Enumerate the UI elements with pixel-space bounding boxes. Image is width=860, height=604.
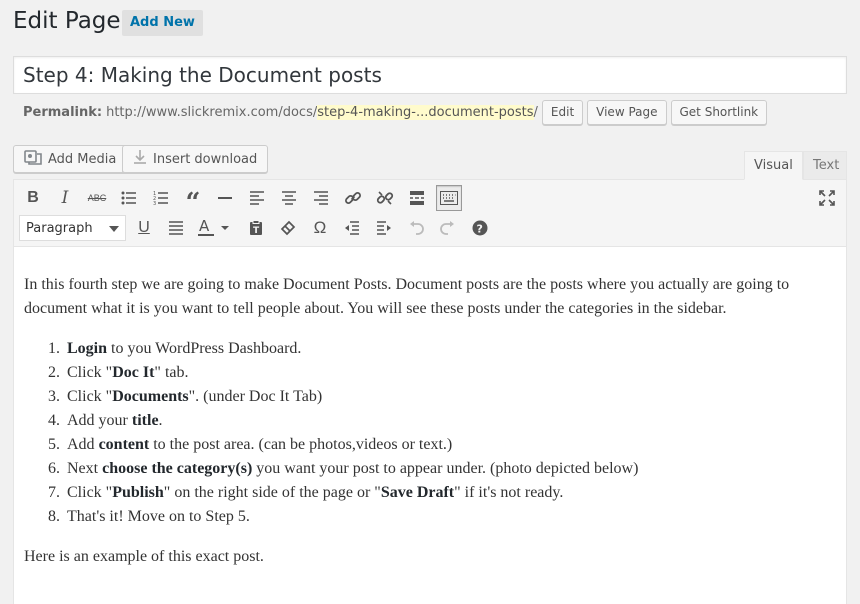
help-icon[interactable]: ? — [467, 215, 493, 241]
svg-text:3: 3 — [153, 201, 156, 205]
text-color-icon[interactable]: A — [195, 215, 233, 241]
tab-visual[interactable]: Visual — [744, 151, 803, 180]
view-page-button[interactable]: View Page — [587, 99, 667, 125]
tab-text[interactable]: Text — [803, 151, 847, 180]
toolbar-toggle-icon[interactable] — [436, 185, 462, 211]
indent-icon[interactable] — [371, 215, 397, 241]
editor-content[interactable]: In this fourth step we are going to make… — [13, 247, 847, 604]
permalink-bar: Permalink: http://www.slickremix.com/doc… — [23, 99, 768, 125]
svg-text:A: A — [199, 219, 210, 235]
clear-formatting-icon[interactable] — [275, 215, 301, 241]
align-center-icon[interactable] — [276, 185, 302, 211]
unlink-icon[interactable] — [372, 185, 398, 211]
align-left-icon[interactable] — [244, 185, 270, 211]
blockquote-icon[interactable]: “ — [180, 185, 206, 218]
insert-download-button[interactable]: Insert download — [122, 145, 269, 173]
insert-download-label: Insert download — [153, 151, 258, 167]
italic-icon[interactable]: I — [52, 185, 78, 211]
edit-permalink-button[interactable]: Edit — [541, 99, 584, 125]
editor-toolbar: B I ABC 123 “ Paragraph U A T Ω ? — [13, 179, 847, 247]
undo-icon[interactable] — [403, 215, 429, 241]
bold-icon[interactable]: B — [20, 185, 46, 211]
get-shortlink-button[interactable]: Get Shortlink — [670, 99, 768, 125]
special-character-icon[interactable]: Ω — [307, 215, 333, 241]
justify-icon[interactable] — [163, 215, 189, 241]
permalink-trail: / — [533, 104, 538, 120]
format-select-value: Paragraph — [26, 220, 93, 236]
read-more-icon[interactable] — [404, 185, 430, 211]
post-title-input[interactable]: Step 4: Making the Document posts — [13, 56, 847, 94]
list-item: Login to you WordPress Dashboard. — [64, 337, 836, 361]
list-item: Add your title. — [64, 409, 836, 433]
redo-icon[interactable] — [435, 215, 461, 241]
outdent-icon[interactable] — [339, 215, 365, 241]
permalink-slug[interactable]: step-4-making-...document-posts — [317, 104, 534, 120]
format-select[interactable]: Paragraph — [19, 215, 126, 241]
list-item: Click "Documents". (under Doc It Tab) — [64, 385, 836, 409]
underline-icon[interactable]: U — [131, 215, 157, 241]
numbered-list-icon[interactable]: 123 — [148, 185, 174, 211]
list-item: That's it! Move on to Step 5. — [64, 505, 836, 529]
fullscreen-icon[interactable] — [814, 185, 840, 211]
permalink-base[interactable]: http://www.slickremix.com/docs/ — [106, 105, 317, 120]
svg-text:T: T — [253, 226, 260, 236]
add-media-button[interactable]: Add Media — [13, 145, 128, 173]
download-icon — [133, 149, 147, 169]
add-media-label: Add Media — [48, 151, 117, 167]
media-icon — [24, 149, 42, 169]
steps-list: Login to you WordPress Dashboard. Click … — [64, 337, 836, 529]
strikethrough-icon[interactable]: ABC — [84, 185, 110, 211]
align-right-icon[interactable] — [308, 185, 334, 211]
page-title: Edit Page — [13, 8, 121, 34]
link-icon[interactable] — [340, 185, 366, 211]
paste-text-icon[interactable]: T — [243, 215, 269, 241]
bullet-list-icon[interactable] — [116, 185, 142, 211]
list-item: Click "Publish" on the right side of the… — [64, 481, 836, 505]
list-item: Add content to the post area. (can be ph… — [64, 433, 836, 457]
intro-paragraph: In this fourth step we are going to make… — [24, 276, 790, 317]
list-item: Click "Doc It" tab. — [64, 361, 836, 385]
outro-paragraph: Here is an example of this exact post. — [24, 548, 264, 565]
chevron-down-icon — [109, 226, 119, 232]
add-new-button[interactable]: Add New — [122, 10, 203, 36]
horizontal-line-icon[interactable] — [212, 185, 238, 211]
svg-text:?: ? — [477, 223, 483, 236]
list-item: Next choose the category(s) you want you… — [64, 457, 836, 481]
permalink-label: Permalink: — [23, 104, 103, 120]
